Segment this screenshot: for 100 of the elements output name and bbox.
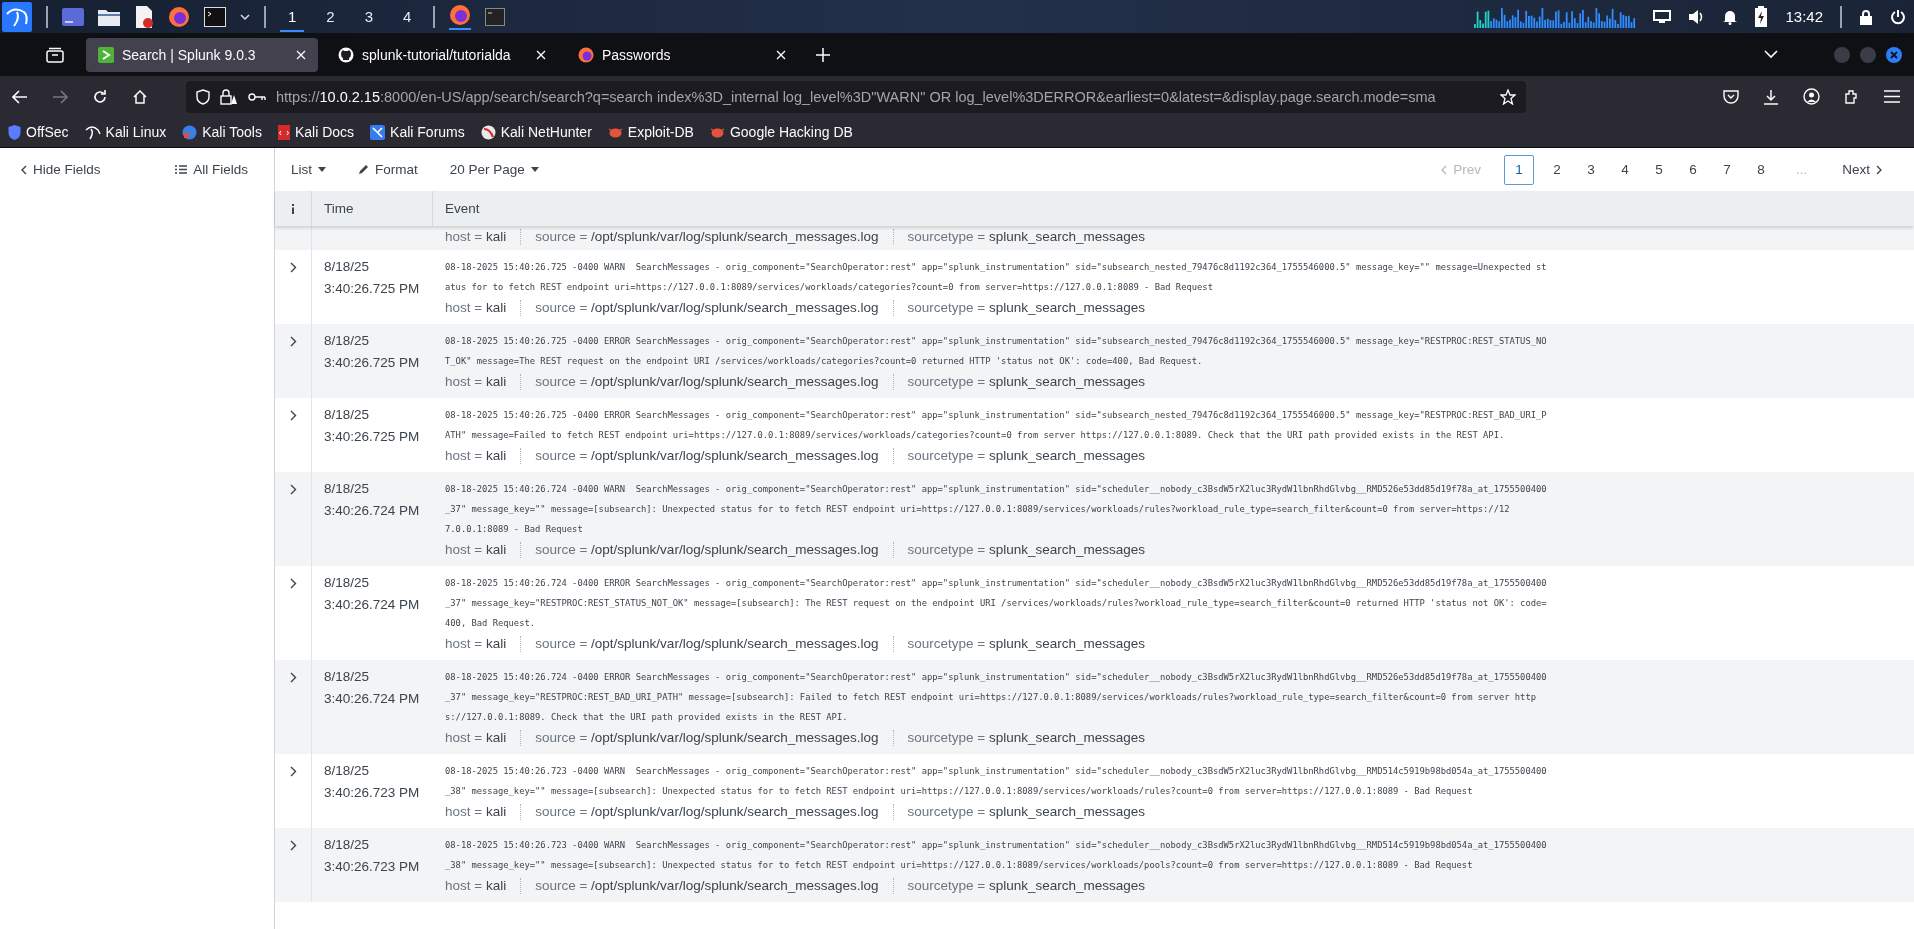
field-value[interactable]: sourcetype = splunk_search_messages <box>907 539 1145 561</box>
forward-icon[interactable] <box>52 89 68 104</box>
event-time: 3:40:26.725 PM <box>324 354 420 372</box>
close-icon[interactable] <box>776 49 786 60</box>
list-dropdown[interactable]: List <box>289 160 328 179</box>
kali-menu-icon[interactable] <box>2 1 32 32</box>
expand-icon[interactable] <box>289 262 297 273</box>
bookmark-item[interactable]: Exploit-DB <box>607 124 694 140</box>
notification-bell-icon[interactable] <box>1723 8 1738 25</box>
format-button[interactable]: Format <box>356 160 420 179</box>
folder-icon[interactable] <box>98 7 120 26</box>
expand-icon[interactable] <box>289 766 297 777</box>
field-value[interactable]: sourcetype = splunk_search_messages <box>907 633 1145 655</box>
nethunter-icon <box>480 124 496 140</box>
firefox-icon[interactable] <box>449 3 472 30</box>
field-value[interactable]: sourcetype = splunk_search_messages <box>907 875 1145 897</box>
expand-icon[interactable] <box>289 578 297 589</box>
browser-tab[interactable]: Search | Splunk 9.0.3 <box>86 37 318 72</box>
home-icon[interactable] <box>132 88 148 105</box>
bookmark-item[interactable]: Kali NetHunter <box>480 124 592 140</box>
field-value[interactable]: host = kali <box>445 539 507 561</box>
document-icon[interactable] <box>134 5 154 28</box>
tab-overview-icon[interactable] <box>46 46 64 63</box>
page-button[interactable]: 7 <box>1711 154 1742 185</box>
chevron-down-icon[interactable] <box>240 12 250 21</box>
close-icon[interactable] <box>296 49 306 60</box>
field-value[interactable]: source = /opt/splunk/var/log/splunk/search_messages.log <box>535 633 879 655</box>
lock-icon[interactable] <box>1859 8 1873 25</box>
url-text: https://10.0.2.15:8000/en-US/app/search/search?q=search index%3D_internal log_level%3D"WARN" OR log_level%3DERROR&earliest=0&latest=&display.page.search.mode=sma <box>276 88 1437 105</box>
bookmark-item[interactable]: Kali Forums <box>370 124 465 140</box>
chevron-right-icon <box>1876 164 1883 175</box>
field-value[interactable]: source = /opt/splunk/var/log/splunk/search_messages.log <box>535 226 879 248</box>
bookmark-item[interactable]: Google Hacking DB <box>709 124 853 140</box>
download-icon[interactable] <box>1763 88 1779 105</box>
field-value[interactable]: sourcetype = splunk_search_messages <box>907 371 1145 393</box>
battery-charging-icon[interactable] <box>1754 5 1769 28</box>
next-page-button[interactable]: Next <box>1841 154 1884 185</box>
field-value[interactable]: sourcetype = splunk_search_messages <box>907 801 1145 823</box>
field-value[interactable]: source = /opt/splunk/var/log/splunk/search_messages.log <box>535 445 879 467</box>
field-value[interactable]: host = kali <box>445 633 507 655</box>
account-icon[interactable] <box>1803 88 1820 105</box>
extensions-icon[interactable] <box>1844 88 1860 105</box>
workspace-button[interactable]: 2 <box>318 1 343 32</box>
workspace-button[interactable]: 4 <box>395 1 420 32</box>
column-header[interactable]: Time <box>324 201 354 216</box>
page-button[interactable]: 5 <box>1643 154 1674 185</box>
bookmark-item[interactable]: Kali Docs <box>277 124 355 140</box>
page-button[interactable]: 8 <box>1745 154 1776 185</box>
workspace-button[interactable]: 1 <box>280 1 305 32</box>
bookmark-item[interactable]: OffSec <box>8 124 69 140</box>
address-bar[interactable]: https://10.0.2.15:8000/en-US/app/search/search?q=search index%3D_internal log_level%3D"WARN" OR log_level%3DERROR&earliest=0&latest=&display.page.search.mode=sma <box>186 80 1526 113</box>
field-value[interactable]: host = kali <box>445 371 507 393</box>
field-value[interactable]: source = /opt/splunk/var/log/splunk/search_messages.log <box>535 875 879 897</box>
reload-icon[interactable] <box>92 88 108 105</box>
info-icon[interactable] <box>291 203 295 214</box>
field-value[interactable]: sourcetype = splunk_search_messages <box>907 226 1145 248</box>
field-value[interactable]: host = kali <box>445 727 507 749</box>
pocket-icon[interactable] <box>1723 89 1739 104</box>
field-value[interactable]: host = kali <box>445 875 507 897</box>
page-button[interactable]: 2 <box>1541 154 1572 185</box>
field-value[interactable]: source = /opt/splunk/var/log/splunk/search_messages.log <box>535 297 879 319</box>
field-value[interactable]: sourcetype = splunk_search_messages <box>907 297 1145 319</box>
browser-tab[interactable]: splunk-tutorial/tutorialda <box>326 37 558 72</box>
bookmark-item[interactable]: Kali Tools <box>182 124 262 140</box>
field-value[interactable]: source = /opt/splunk/var/log/splunk/search_messages.log <box>535 539 879 561</box>
field-value[interactable]: host = kali <box>445 801 507 823</box>
field-value[interactable]: sourcetype = splunk_search_messages <box>907 727 1145 749</box>
workspace-button[interactable]: 3 <box>356 1 382 32</box>
new-tab-icon[interactable] <box>816 47 830 62</box>
page-button[interactable]: 4 <box>1609 154 1640 185</box>
page-button[interactable]: 6 <box>1677 154 1708 185</box>
expand-icon[interactable] <box>289 840 297 851</box>
bookmark-item[interactable]: Kali Linux <box>84 124 167 140</box>
field-value[interactable]: host = kali <box>445 226 507 248</box>
back-icon[interactable] <box>12 89 28 104</box>
firefox-icon[interactable] <box>168 5 190 28</box>
expand-icon[interactable] <box>289 336 297 347</box>
field-value[interactable]: source = /opt/splunk/var/log/splunk/search_messages.log <box>535 371 879 393</box>
network-icon[interactable] <box>1653 9 1672 24</box>
field-value[interactable]: source = /opt/splunk/var/log/splunk/search_messages.log <box>535 801 879 823</box>
all-fields-button[interactable]: All Fields <box>173 160 250 179</box>
per-page-dropdown[interactable]: 20 Per Page <box>447 160 541 179</box>
close-icon[interactable] <box>536 49 546 60</box>
field-value[interactable]: sourcetype = splunk_search_messages <box>907 445 1145 467</box>
browser-tab[interactable]: Passwords <box>566 37 798 72</box>
page-button[interactable]: 3 <box>1575 154 1606 185</box>
field-value[interactable]: source = /opt/splunk/var/log/splunk/search_messages.log <box>535 727 879 749</box>
expand-icon[interactable] <box>289 484 297 495</box>
desktop-icon[interactable] <box>62 7 84 26</box>
field-value[interactable]: host = kali <box>445 297 507 319</box>
expand-icon[interactable] <box>289 410 297 421</box>
column-header[interactable]: Event <box>445 201 480 216</box>
clock[interactable]: 13:42 <box>1785 8 1823 25</box>
field-value[interactable]: host = kali <box>445 445 507 467</box>
hide-fields-button[interactable]: Hide Fields <box>18 160 103 179</box>
menu-icon[interactable] <box>1884 90 1900 103</box>
power-icon[interactable] <box>1890 8 1906 25</box>
expand-icon[interactable] <box>289 672 297 683</box>
bookmark-star-icon[interactable] <box>1500 88 1516 105</box>
page-button[interactable]: 1 <box>1503 154 1534 185</box>
